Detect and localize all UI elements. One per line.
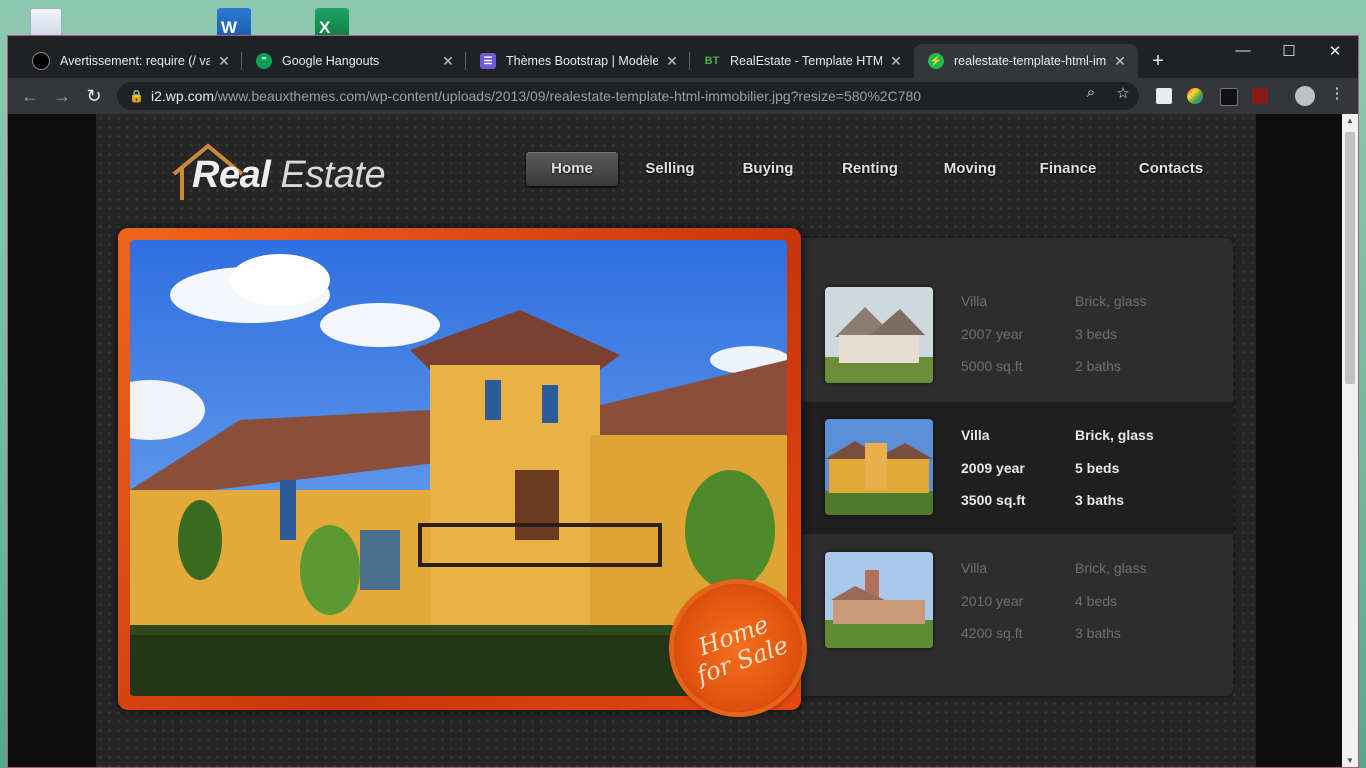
profile-avatar[interactable] xyxy=(1295,86,1315,106)
realestate-template-image: Real Estate Home Selling Buying Renting … xyxy=(96,114,1256,767)
listing-material: Brick, glass xyxy=(1075,560,1147,576)
listing-year: 2007 year xyxy=(961,325,1024,342)
listing-type: Villa xyxy=(961,293,988,309)
tab-title: Avertissement: require (/ var / xyxy=(60,54,210,68)
listings-panel: Villa 2007 year 5000 sq.ft Brick, glass … xyxy=(801,238,1233,696)
back-button[interactable]: ← xyxy=(19,86,41,108)
listing-item[interactable]: Villa 2007 year 5000 sq.ft Brick, glass … xyxy=(801,238,1233,383)
github-icon xyxy=(32,52,50,70)
tab-title: Thèmes Bootstrap | Modèles Bo xyxy=(506,54,658,68)
nav-contacts[interactable]: Contacts xyxy=(1126,152,1216,186)
bt-icon: BT xyxy=(704,55,720,67)
scroll-down-icon[interactable]: ▼ xyxy=(1342,756,1358,765)
hangouts-icon: " xyxy=(256,53,272,69)
close-icon[interactable]: ✕ xyxy=(1112,53,1128,70)
tab-title: Google Hangouts xyxy=(282,54,380,68)
listing-baths: 2 baths xyxy=(1075,358,1121,374)
listing-material: Brick, glass xyxy=(1075,293,1147,309)
bootstrap-themes-icon: ☰ xyxy=(480,53,496,69)
tab-strip: Avertissement: require (/ var / ✕ " Goog… xyxy=(8,36,1358,78)
nav-selling[interactable]: Selling xyxy=(636,152,704,186)
listing-beds: 5 beds xyxy=(1075,459,1120,476)
tab-realestate-image[interactable]: ⚡ realestate-template-html-imm ✕ xyxy=(914,44,1138,78)
tab-realestate-template[interactable]: BT RealEstate - Template HTML5 ✕ xyxy=(690,44,914,78)
listing-baths: 3 baths xyxy=(1075,492,1125,508)
url-host: i2.wp.com xyxy=(151,88,215,104)
tab-title: RealEstate - Template HTML5 xyxy=(730,54,882,68)
listing-thumbnail xyxy=(825,552,933,648)
listing-thumbnail xyxy=(825,419,933,515)
listing-item[interactable]: Villa 2010 year 4200 sq.ft Brick, glass … xyxy=(801,534,1233,664)
listing-area: 4200 sq.ft xyxy=(961,625,1023,641)
logo-word-real: Real xyxy=(192,154,271,196)
listing-beds: 3 beds xyxy=(1075,325,1118,342)
listing-area: 3500 sq.ft xyxy=(961,492,1026,508)
url-path: /www.beauxthemes.com/wp-content/uploads/… xyxy=(214,88,922,104)
page-viewport: Real Estate Home Selling Buying Renting … xyxy=(8,114,1342,767)
nav-moving[interactable]: Moving xyxy=(932,152,1008,186)
listing-item[interactable]: Villa 2009 year 3500 sq.ft Brick, glass … xyxy=(801,402,1233,534)
bookmark-star-icon[interactable]: ☆ xyxy=(1113,84,1133,102)
listing-type: Villa xyxy=(961,560,988,576)
listing-type: Villa xyxy=(961,427,990,443)
logo-word-estate: Estate xyxy=(280,154,386,196)
listing-material: Brick, glass xyxy=(1075,427,1154,443)
listing-area: 5000 sq.ft xyxy=(961,358,1023,374)
green-bolt-icon: ⚡ xyxy=(928,53,944,69)
zoom-icon[interactable]: ⌕ xyxy=(1081,84,1101,101)
tab-title: realestate-template-html-imm xyxy=(954,54,1106,68)
maximize-button[interactable]: ☐ xyxy=(1266,42,1312,60)
word-icon[interactable]: W xyxy=(217,8,251,38)
new-tab-button[interactable]: + xyxy=(1146,50,1170,73)
vertical-scrollbar[interactable]: ▲ ▼ xyxy=(1342,114,1358,767)
nav-home[interactable]: Home xyxy=(526,152,618,186)
tab-github[interactable]: Avertissement: require (/ var / ✕ xyxy=(18,44,242,78)
close-window-button[interactable]: ✕ xyxy=(1312,42,1358,60)
browser-toolbar: ← → ↻ 🔒 i2.wp.com/www.beauxthemes.com/wp… xyxy=(8,78,1358,114)
listing-thumbnail xyxy=(825,287,933,383)
close-icon[interactable]: ✕ xyxy=(888,53,904,70)
minimize-button[interactable]: — xyxy=(1220,42,1266,59)
nav-renting[interactable]: Renting xyxy=(830,152,910,186)
browser-window: Avertissement: require (/ var / ✕ " Goog… xyxy=(7,35,1359,768)
excel-icon[interactable]: X xyxy=(315,8,349,38)
scroll-up-icon[interactable]: ▲ xyxy=(1342,116,1358,125)
address-bar[interactable]: 🔒 i2.wp.com/www.beauxthemes.com/wp-conte… xyxy=(117,82,1139,110)
scroll-thumb[interactable] xyxy=(1345,132,1355,384)
extension-pc-icon[interactable] xyxy=(1156,88,1172,104)
tab-bootstrap-themes[interactable]: ☰ Thèmes Bootstrap | Modèles Bo ✕ xyxy=(466,44,690,78)
extension-color-icon[interactable] xyxy=(1187,88,1203,104)
extension-cube-icon[interactable] xyxy=(1220,88,1238,106)
tab-hangouts[interactable]: " Google Hangouts ✕ xyxy=(242,44,466,78)
forward-button[interactable]: → xyxy=(51,86,73,108)
nav-finance[interactable]: Finance xyxy=(1030,152,1106,186)
site-logo: Real Estate xyxy=(168,142,388,202)
close-icon[interactable]: ✕ xyxy=(440,53,456,70)
reload-button[interactable]: ↻ xyxy=(83,86,105,108)
extension-pdf-icon[interactable] xyxy=(1252,88,1268,104)
listing-beds: 4 beds xyxy=(1075,592,1118,609)
close-icon[interactable]: ✕ xyxy=(664,53,680,70)
menu-kebab-icon[interactable]: ⋮ xyxy=(1327,84,1347,102)
nav-buying[interactable]: Buying xyxy=(732,152,804,186)
listing-year: 2010 year xyxy=(961,592,1024,609)
listing-baths: 3 baths xyxy=(1075,625,1121,641)
close-icon[interactable]: ✕ xyxy=(216,53,232,70)
listing-year: 2009 year xyxy=(961,459,1025,476)
lock-icon: 🔒 xyxy=(129,89,144,103)
